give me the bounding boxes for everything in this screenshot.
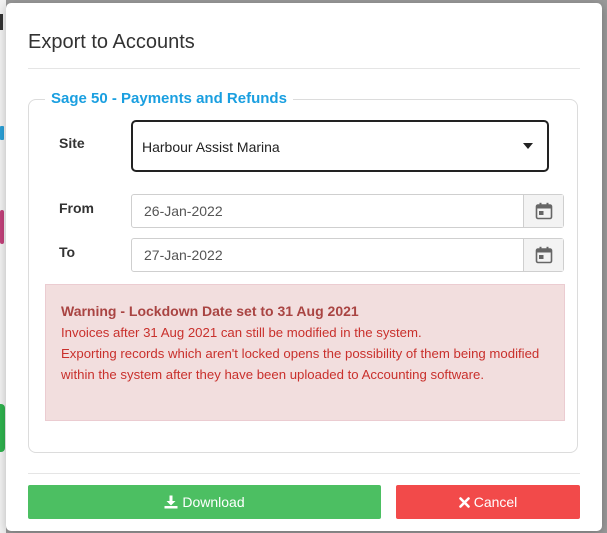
export-fieldset: Sage 50 - Payments and Refunds Site Harb… [28, 90, 578, 453]
from-calendar-button[interactable] [523, 195, 563, 227]
background-fragment [0, 126, 4, 140]
download-icon [164, 495, 178, 509]
chevron-down-icon [523, 143, 533, 149]
cancel-label: Cancel [473, 494, 518, 510]
site-select[interactable]: Harbour Assist Marina [131, 120, 549, 172]
download-label: Download [182, 494, 245, 510]
modal-title: Export to Accounts [28, 31, 195, 53]
warning-title: Warning - Lockdown Date set to 31 Aug 20… [61, 303, 359, 319]
to-calendar-button[interactable] [523, 239, 563, 271]
background-fragment [0, 210, 4, 244]
warning-line: Invoices after 31 Aug 2021 can still be … [61, 325, 422, 340]
cancel-button[interactable]: Cancel [396, 485, 580, 519]
to-label: To [59, 244, 76, 260]
to-date-group [131, 238, 564, 272]
export-modal: Export to Accounts Sage 50 - Payments an… [6, 3, 602, 531]
calendar-icon [535, 246, 553, 264]
background-fragment [0, 14, 3, 30]
close-icon [458, 496, 470, 508]
background-fragment [0, 404, 5, 452]
lockdown-warning: Warning - Lockdown Date set to 31 Aug 20… [45, 284, 565, 421]
site-label: Site [59, 135, 85, 151]
to-date-input[interactable] [132, 239, 523, 271]
site-select-value: Harbour Assist Marina [142, 139, 280, 155]
from-date-group [131, 194, 564, 228]
fieldset-legend: Sage 50 - Payments and Refunds [45, 90, 293, 107]
from-label: From [59, 200, 94, 216]
warning-line: Exporting records which aren't locked op… [61, 346, 540, 382]
divider [28, 68, 580, 69]
download-button[interactable]: Download [28, 485, 381, 519]
divider [28, 473, 580, 474]
calendar-icon [535, 202, 553, 220]
from-date-input[interactable] [132, 195, 523, 227]
